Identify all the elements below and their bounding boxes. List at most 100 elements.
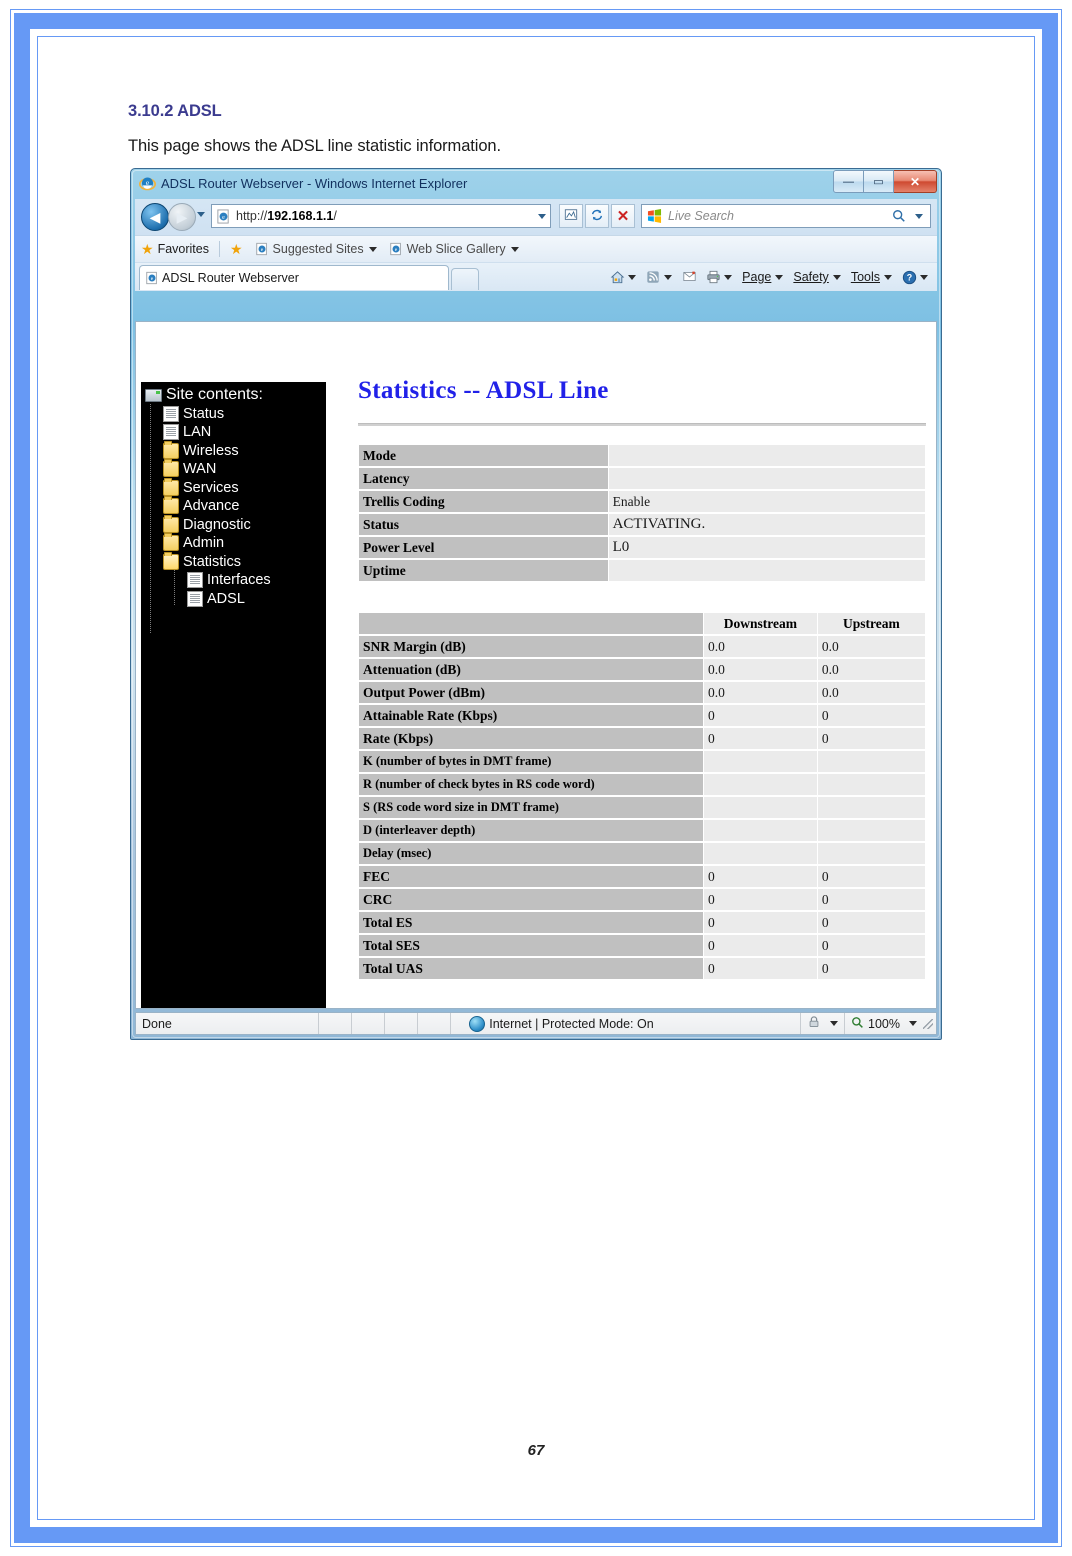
- row-label: Mode: [359, 445, 608, 466]
- chevron-down-icon[interactable]: [832, 274, 841, 280]
- table-row: CRC 0 0: [359, 889, 925, 910]
- sidebar-item-label: Admin: [183, 535, 225, 552]
- sidebar-item-label: Diagnostic: [183, 516, 251, 533]
- table-row: Attenuation (dB) 0.0 0.0: [359, 659, 925, 680]
- table-row: Output Power (dBm) 0.0 0.0: [359, 682, 925, 703]
- table-row: Trellis Coding Enable: [359, 491, 925, 512]
- browser-window-screenshot: e ADSL Router Webserver - Windows Intern…: [130, 168, 942, 1040]
- tree-connector-lines: [150, 404, 151, 634]
- row-upstream: 0.0: [817, 636, 925, 657]
- address-dropdown-icon[interactable]: [538, 214, 546, 219]
- forward-button[interactable]: ▶: [168, 203, 196, 231]
- table-row: K (number of bytes in DMT frame): [359, 751, 925, 772]
- resize-grip[interactable]: [923, 1018, 934, 1029]
- row-downstream: 0.0: [704, 659, 817, 680]
- row-downstream: 0: [704, 866, 817, 887]
- row-label: Total UAS: [359, 958, 704, 979]
- maximize-button[interactable]: ▭: [864, 170, 894, 193]
- row-upstream: 0: [817, 912, 925, 933]
- chevron-down-icon[interactable]: [909, 1021, 918, 1026]
- row-downstream: 0: [704, 958, 817, 979]
- help-menu-button[interactable]: ?: [897, 266, 933, 288]
- sidebar-item-wan[interactable]: WAN: [143, 459, 326, 479]
- sidebar-item-label: Interfaces: [207, 572, 271, 589]
- sidebar-item-lan[interactable]: LAN: [143, 423, 326, 442]
- help-icon: ?: [902, 270, 917, 285]
- favorites-button[interactable]: ★ Favorites: [135, 238, 215, 260]
- compatibility-view-button[interactable]: [559, 204, 583, 228]
- sidebar-item-admin[interactable]: Admin: [143, 533, 326, 553]
- sidebar-item-advance[interactable]: Advance: [143, 496, 326, 516]
- tab-adsl-router-webserver[interactable]: e ADSL Router Webserver: [139, 265, 449, 290]
- table-row: SNR Margin (dB) 0.0 0.0: [359, 636, 925, 657]
- table-row: FEC 0 0: [359, 866, 925, 887]
- forward-arrow-icon: ▶: [176, 209, 188, 225]
- site-tree: Site contents: Status LAN Wireless WAN S…: [141, 382, 326, 608]
- sidebar-item-statistics[interactable]: Statistics: [143, 551, 326, 572]
- zoom-icon: [851, 1016, 864, 1032]
- page-menu-button[interactable]: Page: [737, 266, 788, 288]
- chevron-down-icon[interactable]: [724, 274, 733, 280]
- navigation-bar: ◀ ▶ e http://192.168.1.1/ ✕ Live Search: [135, 199, 937, 235]
- sidebar-item-wireless[interactable]: Wireless: [143, 440, 326, 461]
- page-favicon-icon: e: [216, 208, 231, 224]
- table-row: Latency: [359, 468, 925, 489]
- search-dropdown-icon[interactable]: [915, 214, 923, 219]
- tools-menu-button[interactable]: Tools: [846, 266, 897, 288]
- sidebar-item-label: Advance: [183, 498, 240, 515]
- search-icon[interactable]: [892, 209, 906, 226]
- content-title: Statistics -- ADSL Line: [358, 377, 609, 404]
- add-to-favorites-button[interactable]: ★: [224, 238, 249, 260]
- address-bar[interactable]: e http://192.168.1.1/: [211, 204, 551, 228]
- home-button[interactable]: [605, 266, 641, 288]
- privacy-report-button[interactable]: [801, 1015, 844, 1032]
- chevron-down-icon[interactable]: [628, 274, 637, 280]
- document-icon: [163, 424, 179, 441]
- refresh-button[interactable]: [585, 204, 609, 228]
- zoom-level-button[interactable]: 100%: [845, 1016, 923, 1032]
- back-button[interactable]: ◀: [141, 203, 169, 231]
- svg-text:e: e: [222, 214, 225, 220]
- back-arrow-icon: ◀: [149, 209, 161, 225]
- folder-icon: [163, 533, 179, 552]
- favorites-bar: ★ Favorites ★ e Suggested Sites e Web Sl…: [135, 235, 937, 262]
- table-row: Total ES 0 0: [359, 912, 925, 933]
- suggested-sites-button[interactable]: e Suggested Sites: [249, 238, 383, 260]
- web-slice-gallery-button[interactable]: e Web Slice Gallery: [383, 238, 525, 260]
- row-label: R (number of check bytes in RS code word…: [359, 774, 704, 795]
- sidebar-item-diagnostic[interactable]: Diagnostic: [143, 514, 326, 535]
- chevron-down-icon[interactable]: [830, 1021, 839, 1026]
- sidebar-item-services[interactable]: Services: [143, 477, 326, 498]
- chevron-down-icon[interactable]: [368, 246, 377, 252]
- chevron-down-icon[interactable]: [884, 274, 892, 280]
- chevron-down-icon[interactable]: [664, 274, 673, 280]
- close-button[interactable]: ✕: [894, 170, 937, 193]
- page-number: 67: [527, 1442, 545, 1459]
- feeds-button[interactable]: [641, 266, 677, 288]
- stop-button[interactable]: ✕: [611, 204, 635, 228]
- security-zone-indicator[interactable]: Internet | Protected Mode: On: [469, 1015, 654, 1032]
- safety-menu-button[interactable]: Safety: [788, 266, 845, 288]
- tools-menu-label: Tools: [850, 270, 880, 284]
- sidebar-item-interfaces[interactable]: Interfaces: [143, 571, 326, 590]
- compatibility-icon: [564, 208, 578, 225]
- search-input[interactable]: Live Search: [641, 204, 931, 228]
- browser-chrome: ◀ ▶ e http://192.168.1.1/ ✕ Live Search …: [135, 199, 937, 291]
- read-mail-button[interactable]: [677, 266, 701, 288]
- minimize-button[interactable]: —: [833, 170, 864, 193]
- print-button[interactable]: [701, 266, 737, 288]
- tree-root-label: Site contents:: [166, 386, 263, 404]
- rss-feed-icon: [646, 270, 660, 284]
- sidebar-item-adsl[interactable]: ADSL: [143, 590, 326, 609]
- router-content: Statistics -- ADSL Line Mode Latency Tre…: [358, 377, 926, 981]
- chevron-down-icon[interactable]: [920, 274, 928, 280]
- row-upstream: [817, 820, 925, 841]
- row-label: Rate (Kbps): [359, 728, 704, 749]
- history-dropdown-icon[interactable]: [197, 212, 205, 217]
- chevron-down-icon[interactable]: [510, 246, 519, 252]
- window-frame: e ADSL Router Webserver - Windows Intern…: [130, 168, 942, 1040]
- sidebar-item-status[interactable]: Status: [143, 405, 326, 424]
- new-tab-button[interactable]: [451, 268, 479, 290]
- row-value: Enable: [608, 491, 925, 512]
- chevron-down-icon[interactable]: [775, 274, 784, 280]
